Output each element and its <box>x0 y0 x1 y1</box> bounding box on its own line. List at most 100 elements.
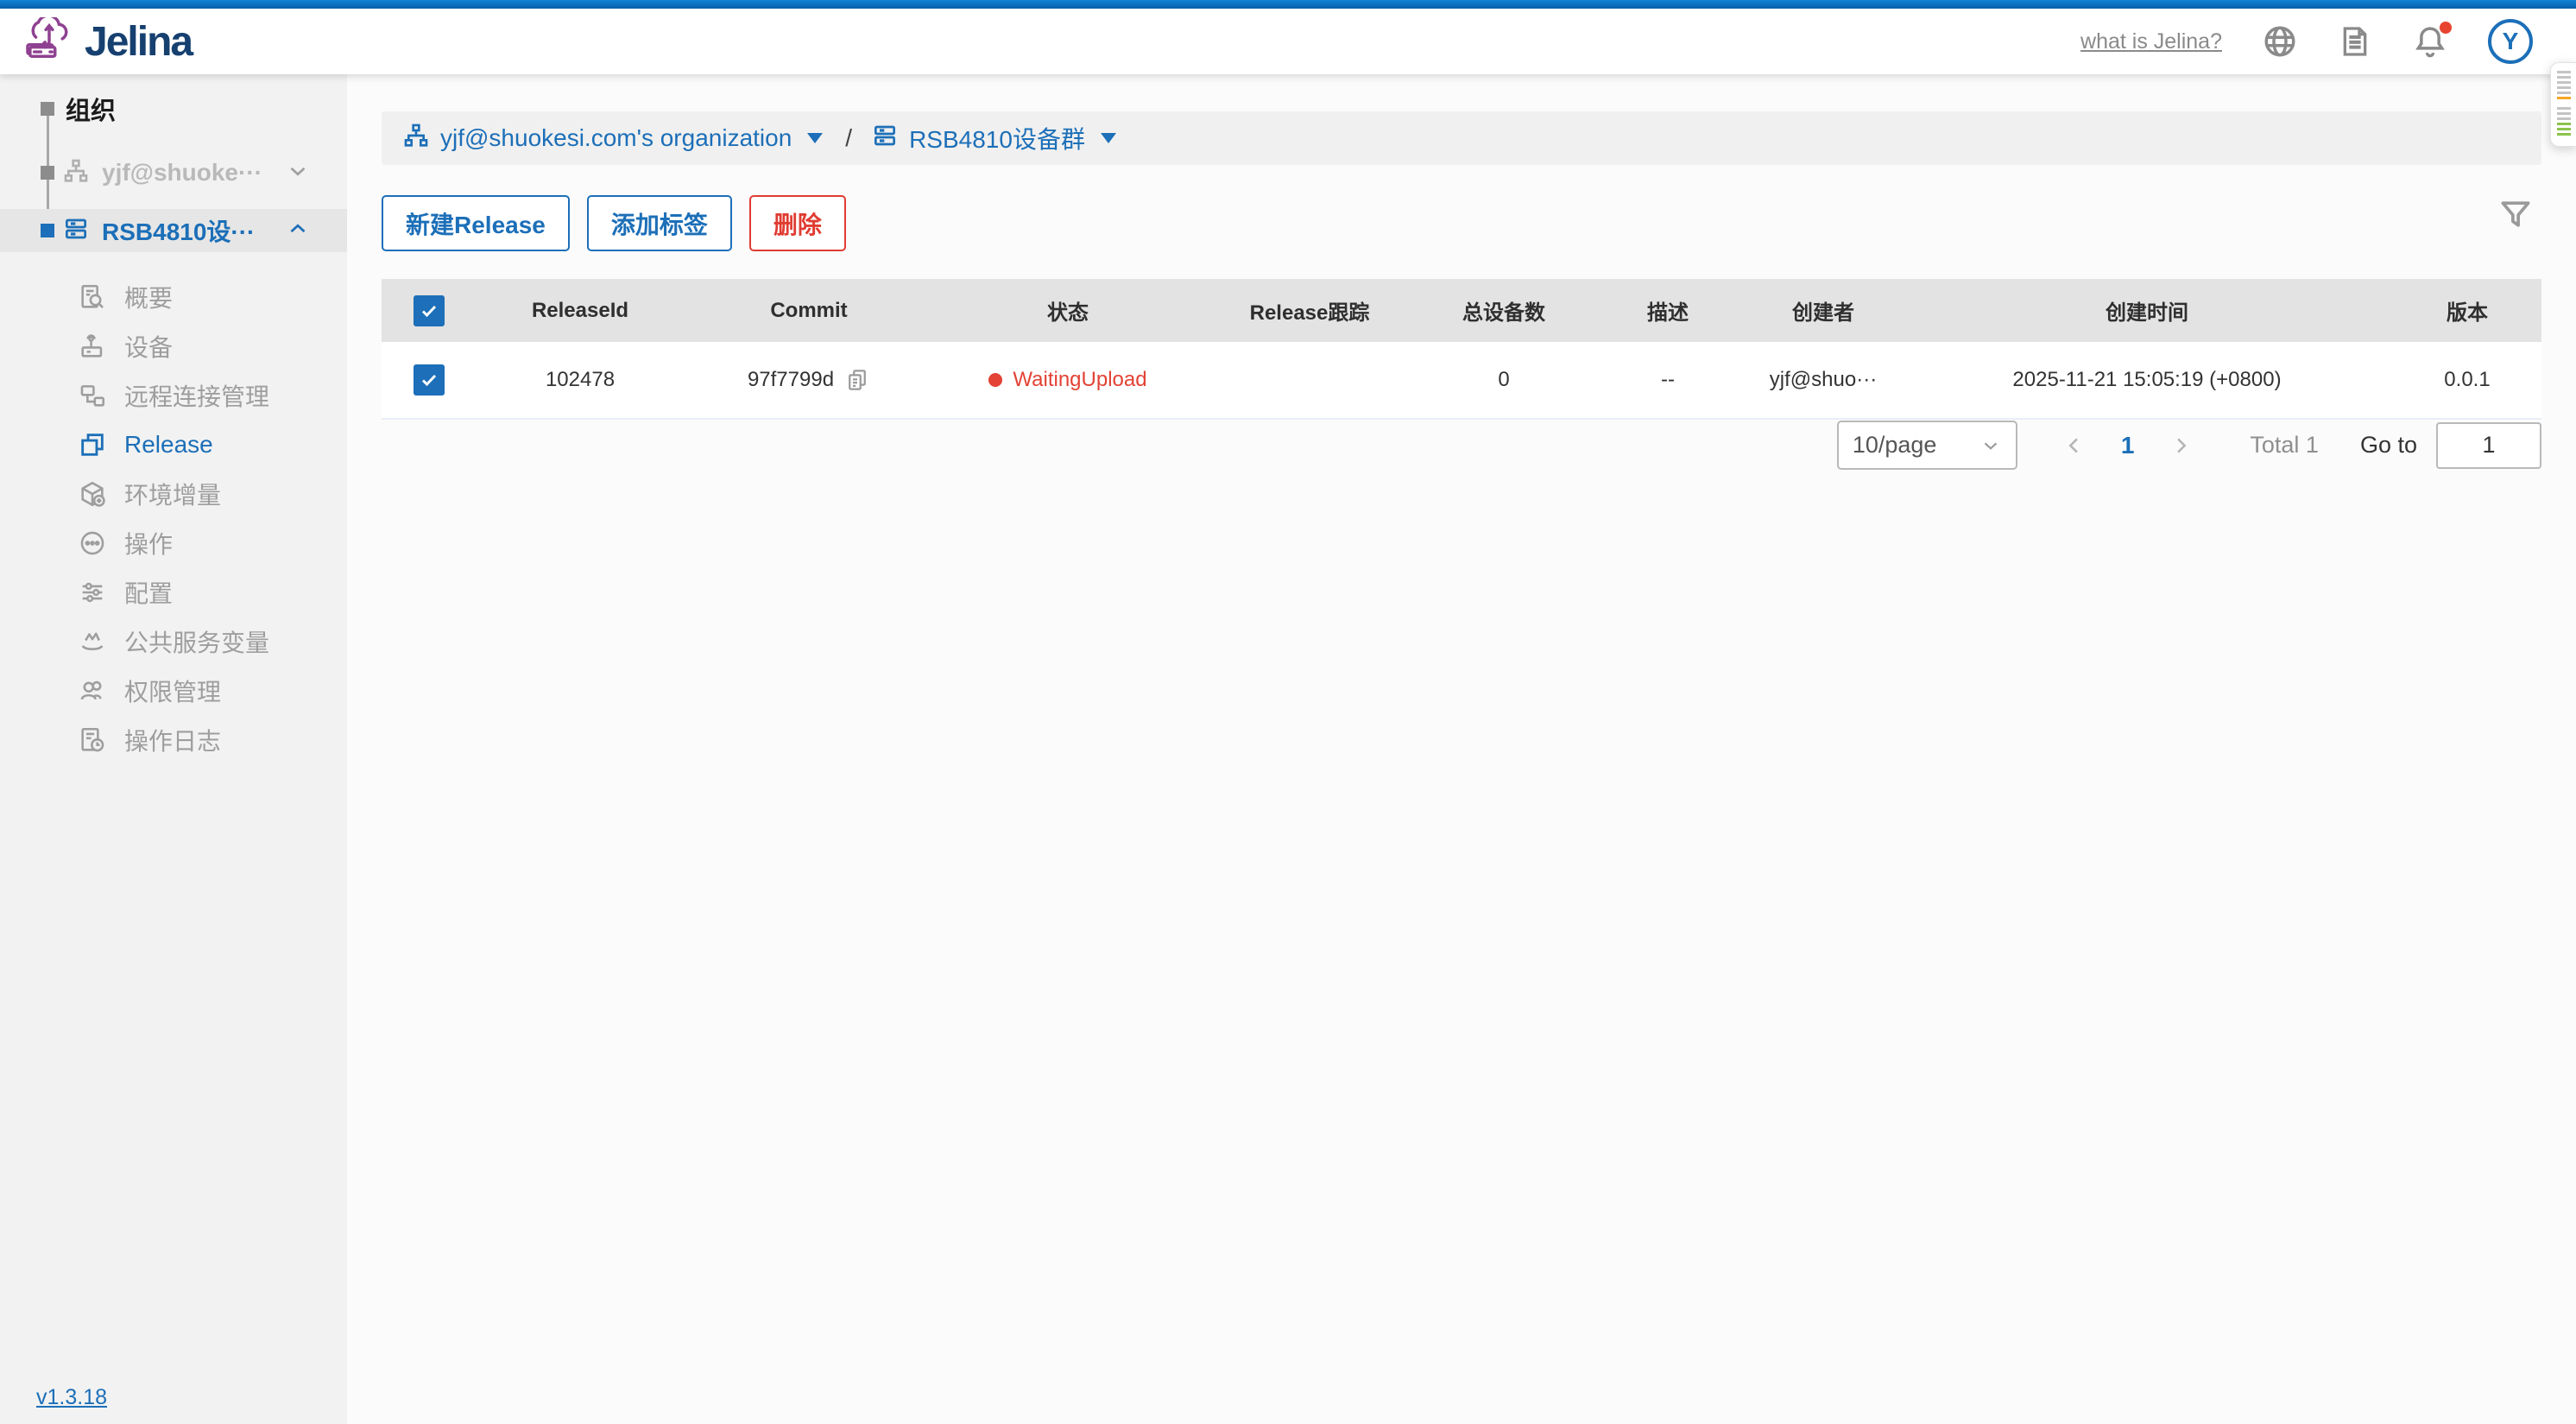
breadcrumb-organization[interactable]: yjf@shuokesi.com's organization <box>402 122 823 155</box>
cell-commit: 97f7799d <box>684 367 934 393</box>
breadcrumb: yjf@shuokesi.com's organization / RSB481… <box>382 111 2541 165</box>
sidebar-item-organization-root[interactable]: 组织 <box>0 86 347 131</box>
col-header-releaseid: ReleaseId <box>477 299 684 323</box>
device-icon <box>78 332 107 361</box>
sidebar-item-label: 环境增量 <box>124 477 221 511</box>
main-content: yjf@shuokesi.com's organization / RSB481… <box>347 74 2576 1424</box>
sidebar-item-label: 操作日志 <box>124 723 221 757</box>
operations-icon <box>78 528 107 558</box>
dropdown-triangle-icon <box>1101 133 1116 143</box>
new-release-button[interactable]: 新建Release <box>382 195 570 251</box>
page-size-select[interactable]: 10/page <box>1837 421 2017 470</box>
env-increment-icon <box>78 479 107 509</box>
page-number-current[interactable]: 1 <box>2121 432 2135 459</box>
prev-page-arrow[interactable] <box>2062 434 2087 458</box>
sidebar-item-label: 配置 <box>124 575 173 610</box>
status-dot-icon <box>988 373 1002 387</box>
next-page-arrow[interactable] <box>2169 434 2193 458</box>
sidebar-item-organization[interactable]: yjf@shuoke··· <box>0 150 347 195</box>
breadcrumb-separator: / <box>845 124 852 152</box>
sidebar-item-configuration[interactable]: 配置 <box>0 567 347 617</box>
copy-icon[interactable] <box>844 367 870 393</box>
language-globe-icon[interactable] <box>2262 23 2298 60</box>
user-avatar[interactable]: Y <box>2488 19 2533 64</box>
col-header-created-at: 创建时间 <box>1901 295 2393 326</box>
tree-bullet <box>41 102 54 116</box>
chevron-down-icon[interactable] <box>285 158 311 188</box>
sidebar-item-public-service-vars[interactable]: 公共服务变量 <box>0 617 347 666</box>
cell-version: 0.0.1 <box>2393 368 2541 392</box>
organization-root-label: 组织 <box>66 91 116 127</box>
filter-funnel-icon[interactable] <box>2497 195 2535 233</box>
device-group-icon <box>62 215 90 247</box>
overview-icon <box>78 282 107 312</box>
pagination: 10/page 1 Total 1 Go to <box>382 421 2541 470</box>
notification-bell-icon[interactable] <box>2412 23 2448 60</box>
sidebar-item-remote-connection[interactable]: 远程连接管理 <box>0 370 347 420</box>
table-header-row: ReleaseId Commit 状态 Release跟踪 总设备数 描述 创建… <box>382 279 2541 342</box>
sidebar-item-devices[interactable]: 设备 <box>0 321 347 370</box>
sitemap-icon <box>402 122 430 155</box>
notification-badge <box>2440 22 2452 34</box>
breadcrumb-group-label: RSB4810设备群 <box>909 121 1085 155</box>
sidebar-item-operation-log[interactable]: 操作日志 <box>0 715 347 764</box>
breadcrumb-device-group[interactable]: RSB4810设备群 <box>871 121 1116 155</box>
dropdown-triangle-icon <box>807 133 823 143</box>
delete-button[interactable]: 删除 <box>749 195 846 251</box>
sidebar-item-permissions[interactable]: 权限管理 <box>0 666 347 715</box>
cell-created-at: 2025-11-21 15:05:19 (+0800) <box>1901 368 2393 392</box>
row-checkbox[interactable] <box>414 364 445 396</box>
goto-page-input[interactable] <box>2436 422 2541 469</box>
col-header-total-devices: 总设备数 <box>1417 295 1590 326</box>
what-is-jelina-link[interactable]: what is Jelina? <box>2080 29 2222 54</box>
select-all-checkbox[interactable] <box>414 295 445 326</box>
sidebar-item-overview[interactable]: 概要 <box>0 272 347 321</box>
table-row[interactable]: 102478 97f7799d WaitingUpload 0 -- yjf@s… <box>382 342 2541 420</box>
device-group-label: RSB4810设··· <box>102 213 255 248</box>
col-header-release-track: Release跟踪 <box>1202 295 1417 326</box>
app-header: Jelina what is Jelina? Y <box>0 9 2576 74</box>
sidebar-menu: 概要 设备 远程连接管理 <box>0 272 347 764</box>
cell-status: WaitingUpload <box>934 368 1202 392</box>
sidebar-item-label: 概要 <box>124 280 173 314</box>
permissions-users-icon <box>78 676 107 706</box>
docs-icon[interactable] <box>2338 24 2372 59</box>
cell-description: -- <box>1590 368 1746 392</box>
chevron-down-icon <box>1979 434 2002 457</box>
device-group-icon <box>871 122 899 155</box>
col-header-version: 版本 <box>2393 295 2541 326</box>
cell-total-devices: 0 <box>1417 368 1590 392</box>
sitemap-icon <box>62 157 90 189</box>
sidebar-item-env-increment[interactable]: 环境增量 <box>0 469 347 518</box>
app-version-link[interactable]: v1.3.18 <box>36 1385 107 1410</box>
sidebar-item-label: 公共服务变量 <box>124 624 269 659</box>
top-accent-strip <box>0 0 2576 9</box>
goto-label: Go to <box>2360 432 2417 459</box>
sidebar-item-release[interactable]: Release <box>0 420 347 469</box>
cloud-logo-icon <box>22 17 76 66</box>
col-header-creator: 创建者 <box>1746 295 1901 326</box>
tree-bullet-active <box>41 224 54 237</box>
sidebar-item-label: Release <box>124 431 213 459</box>
feedback-widget-thumbnail[interactable] <box>2550 62 2576 147</box>
configuration-sliders-icon <box>78 578 107 607</box>
commit-hash: 97f7799d <box>748 368 834 392</box>
tree-bullet <box>41 166 54 180</box>
pagination-total: Total 1 <box>2250 432 2319 459</box>
logo-wordmark: Jelina <box>85 18 192 66</box>
col-header-description: 描述 <box>1590 295 1746 326</box>
col-header-status: 状态 <box>934 295 1202 326</box>
chevron-up-icon[interactable] <box>285 216 311 246</box>
sidebar-item-label: 设备 <box>124 329 173 364</box>
sidebar-item-device-group[interactable]: RSB4810设··· <box>0 209 347 252</box>
sidebar-item-label: 权限管理 <box>124 674 221 708</box>
sidebar-item-operations[interactable]: 操作 <box>0 518 347 567</box>
page-size-value: 10/page <box>1853 432 1937 459</box>
breadcrumb-org-label: yjf@shuokesi.com's organization <box>440 124 792 152</box>
cell-release-id: 102478 <box>477 368 684 392</box>
sidebar-item-label: 操作 <box>124 526 173 560</box>
release-table: ReleaseId Commit 状态 Release跟踪 总设备数 描述 创建… <box>382 279 2541 420</box>
remote-connection-icon <box>78 381 107 410</box>
app-logo[interactable]: Jelina <box>22 17 192 66</box>
add-tag-button[interactable]: 添加标签 <box>587 195 732 251</box>
